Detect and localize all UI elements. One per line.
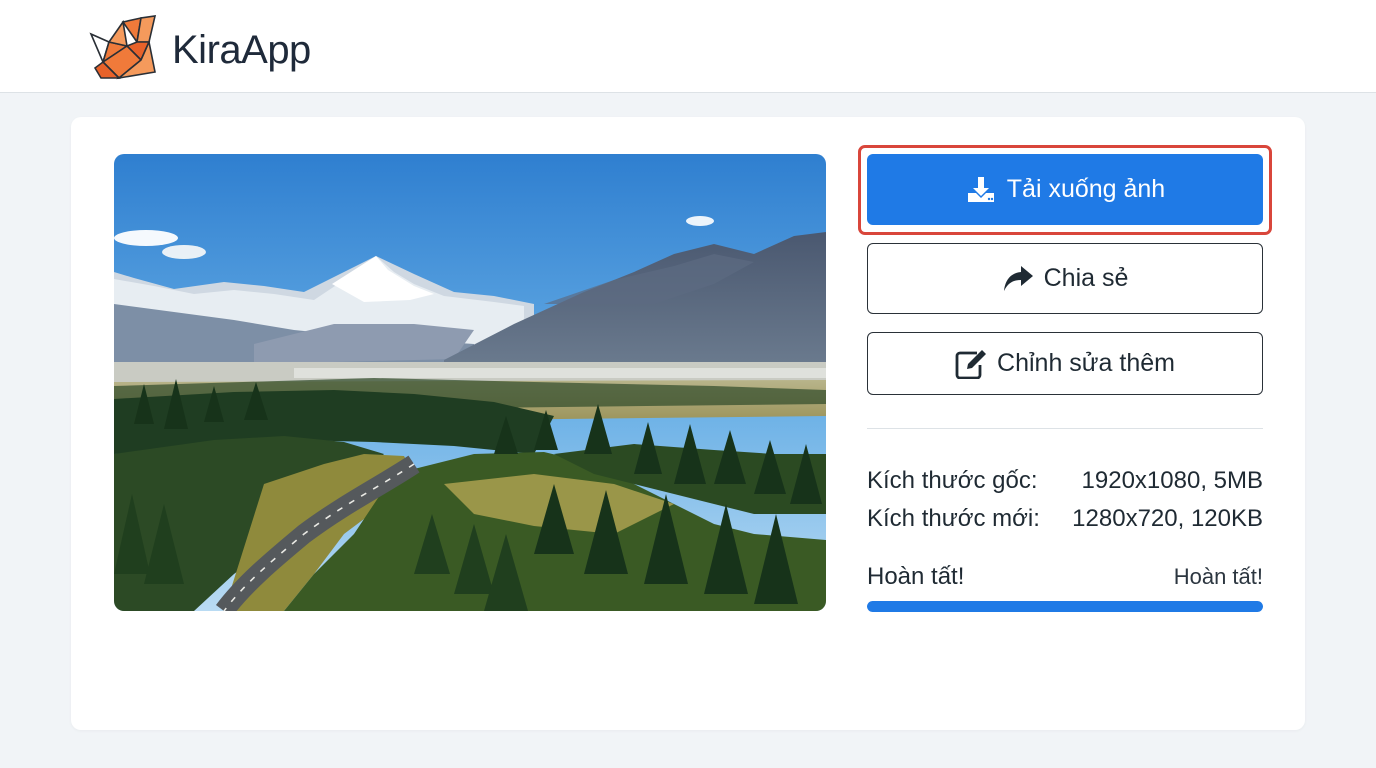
share-arrow-icon [1002, 264, 1034, 294]
download-button-label: Tải xuống ảnh [1006, 175, 1166, 203]
status-row: Hoàn tất! Hoàn tất! [867, 562, 1263, 592]
new-size-value: 1280x720, 120KB [1072, 505, 1263, 532]
original-size-label: Kích thước gốc: [867, 467, 1038, 494]
progress-status-text: Hoàn tất! [1173, 564, 1263, 589]
original-size-value: 1920x1080, 5MB [1081, 467, 1263, 494]
status-text: Hoàn tất! [867, 563, 965, 590]
fox-logo-icon[interactable] [83, 12, 163, 82]
new-size-label: Kích thước mới: [867, 505, 1040, 532]
preview-image [114, 154, 826, 611]
download-image-button[interactable]: Tải xuống ảnh [867, 154, 1263, 225]
progress-bar-fill [867, 601, 1263, 612]
edit-button-label: Chỉnh sửa thêm [997, 349, 1175, 377]
download-icon [965, 174, 997, 206]
new-size-row: Kích thước mới: 1280x720, 120KB [867, 504, 1263, 534]
original-size-row: Kích thước gốc: 1920x1080, 5MB [867, 466, 1263, 496]
share-button-label: Chia sẻ [1043, 264, 1129, 292]
progress-bar [867, 601, 1263, 612]
edit-more-button[interactable]: Chỉnh sửa thêm [867, 332, 1263, 395]
brand-name[interactable]: KiraApp [172, 27, 311, 73]
top-bar: KiraApp [0, 0, 1376, 93]
share-button[interactable]: Chia sẻ [867, 243, 1263, 314]
section-divider [867, 428, 1263, 429]
edit-icon [955, 349, 987, 379]
